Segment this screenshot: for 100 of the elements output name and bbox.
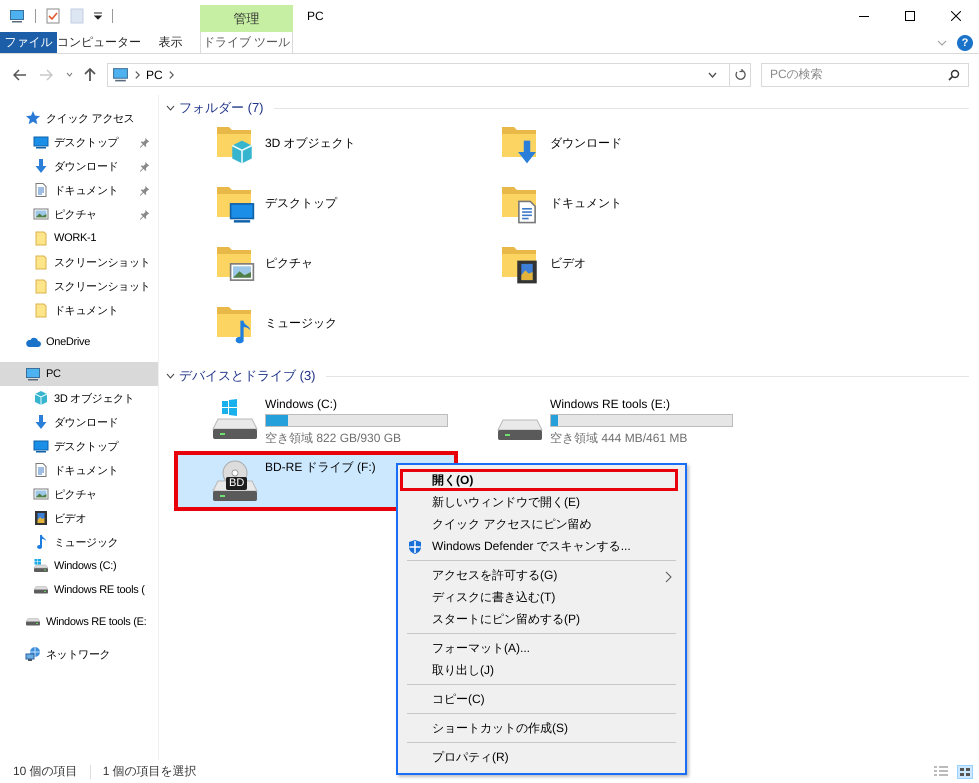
menu-item[interactable]: ショートカットの作成(S): [400, 717, 678, 739]
monitor-icon: [112, 66, 129, 83]
folder-icon: [33, 302, 49, 318]
window-title: PC: [306, 8, 324, 25]
film-icon: [33, 510, 49, 526]
sidebar-item[interactable]: ビデオ: [0, 506, 158, 530]
sidebar-item[interactable]: PC: [0, 362, 158, 386]
sidebar-item[interactable]: ダウンロード: [0, 410, 158, 434]
drive-name: Windows (C:): [265, 397, 338, 411]
menu-item[interactable]: アクセスを許可する(G): [400, 564, 678, 586]
folder-item[interactable]: ドキュメント: [459, 177, 743, 229]
properties-icon[interactable]: [46, 8, 60, 24]
menu-item[interactable]: スタートにピン留めする(P): [400, 608, 678, 630]
sidebar-item[interactable]: スクリーンショット: [0, 274, 158, 298]
group-title: デバイスとドライブ (3): [179, 367, 316, 385]
free-space-label: 空き領域 444 MB/461 MB: [550, 430, 688, 447]
document-icon: [33, 182, 49, 198]
back-arrow-icon[interactable]: [13, 68, 27, 80]
sidebar-item[interactable]: デスクトップ: [0, 130, 158, 154]
down-arrow-icon: [33, 414, 49, 430]
chevron-icon[interactable]: [166, 105, 175, 111]
chevron-icon[interactable]: [66, 72, 72, 77]
monitor-icon: [33, 134, 49, 150]
up-arrow-icon[interactable]: [84, 68, 96, 82]
ribbon-tab[interactable]: ファイル: [0, 32, 57, 53]
menu-item[interactable]: Windows Defender でスキャンする...: [400, 535, 678, 557]
sidebar-item[interactable]: OneDrive: [0, 330, 158, 354]
large-icons-view-icon[interactable]: [957, 764, 973, 778]
sidebar-item[interactable]: ミュージック: [0, 530, 158, 554]
drive-tile[interactable]: Windows (C:) 空き領域 822 GB/930 GB: [174, 389, 458, 449]
dropdown-icon[interactable]: [94, 12, 102, 20]
free-space-label: 空き領域 822 GB/930 GB: [265, 430, 402, 447]
sidebar-item[interactable]: ダウンロード: [0, 154, 158, 178]
context-tab-group: 管理: [200, 5, 293, 32]
group-header[interactable]: デバイスとドライブ (3): [166, 367, 979, 385]
drive-icon: [497, 419, 543, 441]
ribbon-tab[interactable]: 表示: [141, 32, 200, 53]
folder-icon: [33, 278, 49, 294]
drive-icon: [212, 398, 258, 440]
folder-item[interactable]: ビデオ: [459, 237, 743, 289]
sidebar-item[interactable]: ドキュメント: [0, 458, 158, 482]
sidebar-item[interactable]: Windows RE tools (E:: [0, 610, 158, 634]
globe-icon: [25, 646, 41, 662]
drive-tile[interactable]: Windows RE tools (E:) 空き領域 444 MB/461 MB: [459, 389, 743, 449]
close-icon[interactable]: [951, 11, 961, 21]
chevron-icon[interactable]: [166, 373, 175, 379]
picture-icon: [33, 486, 49, 502]
monitor-icon: [33, 438, 49, 454]
ribbon-tab[interactable]: ドライブ ツール: [200, 32, 293, 53]
folder-item[interactable]: 3D オブジェクト: [174, 117, 458, 169]
group-title: フォルダー (7): [179, 99, 264, 117]
chevron-icon: [168, 70, 174, 78]
folder-icon: [33, 254, 49, 270]
drive-name: Windows RE tools (E:): [550, 397, 672, 411]
selection-count: 1 個の項目を選択: [102, 763, 197, 780]
search-icon: [948, 68, 960, 80]
menu-item[interactable]: プロパティ(R): [400, 746, 678, 768]
group-header[interactable]: フォルダー (7): [166, 99, 979, 117]
sidebar-item[interactable]: ピクチャ: [0, 202, 158, 226]
sidebar-item[interactable]: ドキュメント: [0, 178, 158, 202]
cube-icon: [33, 390, 49, 406]
sidebar-item[interactable]: Windows (C:): [0, 554, 158, 578]
sidebar-item[interactable]: デスクトップ: [0, 434, 158, 458]
details-view-icon[interactable]: [933, 764, 949, 778]
help-button[interactable]: ?: [957, 34, 973, 50]
menu-item[interactable]: フォーマット(A)...: [400, 637, 678, 659]
drive-icon: [33, 558, 49, 574]
menu-item[interactable]: クイック アクセスにピン留め: [400, 513, 678, 535]
menu-item[interactable]: 開く(O): [400, 469, 678, 491]
sidebar-item[interactable]: 3D オブジェクト: [0, 386, 158, 410]
sidebar-item[interactable]: ネットワーク: [0, 642, 158, 666]
drive-badge: BD: [226, 477, 248, 490]
drive-icon: [33, 586, 49, 594]
shield-icon: [407, 539, 423, 555]
menu-item[interactable]: コピー(C): [400, 688, 678, 710]
sidebar-item[interactable]: Windows RE tools (: [0, 578, 158, 602]
folder-icon: [33, 230, 49, 246]
ribbon-tab[interactable]: コンピューター: [57, 32, 141, 53]
sidebar-item[interactable]: スクリーンショット: [0, 250, 158, 274]
refresh-icon[interactable]: [734, 68, 746, 81]
folder-item[interactable]: ダウンロード: [459, 117, 743, 169]
chevron-icon[interactable]: [708, 72, 717, 78]
star-icon: [25, 110, 41, 126]
monitor-icon: [25, 366, 41, 382]
folder-item[interactable]: デスクトップ: [174, 177, 458, 229]
drive-name: BD-RE ドライブ (F:): [265, 459, 376, 476]
menu-item[interactable]: 取り出し(J): [400, 659, 678, 681]
sidebar-item[interactable]: クイック アクセス: [0, 106, 158, 130]
maximize-icon[interactable]: [905, 11, 915, 21]
sidebar-item[interactable]: ドキュメント: [0, 298, 158, 322]
address-bar[interactable]: PC: [107, 62, 751, 86]
folder-item[interactable]: ミュージック: [174, 297, 458, 349]
chevron-icon: [665, 571, 672, 583]
chevron-icon: [135, 70, 140, 78]
sidebar-item[interactable]: WORK-1: [0, 226, 158, 250]
folder-item[interactable]: ピクチャ: [174, 237, 458, 289]
sidebar-item[interactable]: ピクチャ: [0, 482, 158, 506]
menu-item[interactable]: ディスクに書き込む(T): [400, 586, 678, 608]
breadcrumb[interactable]: PC: [146, 68, 163, 82]
search-field[interactable]: PCの検索: [761, 62, 969, 86]
